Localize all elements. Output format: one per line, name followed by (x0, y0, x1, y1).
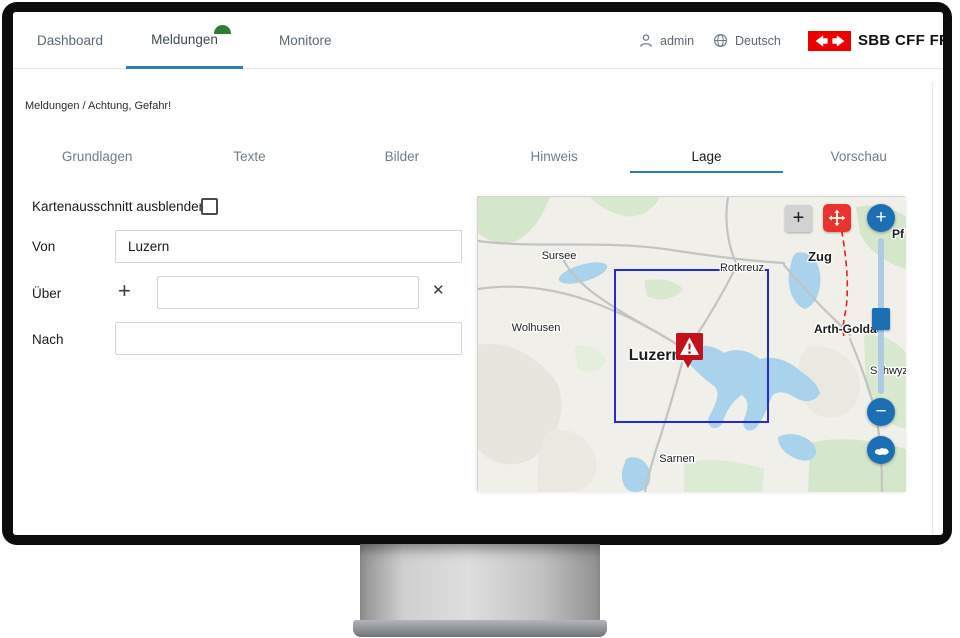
monitor-stand (360, 544, 600, 621)
user-menu[interactable]: admin (639, 12, 694, 69)
user-icon (639, 33, 653, 48)
map-label-pf: Pf (892, 227, 905, 241)
ueber-label: Über (32, 286, 61, 301)
tab-grundlagen[interactable]: Grundlagen (21, 142, 173, 173)
von-label: Von (32, 239, 55, 254)
zoom-in-button[interactable]: + (867, 204, 895, 232)
tab-texte[interactable]: Texte (173, 142, 325, 173)
nach-input[interactable] (115, 322, 462, 355)
sbb-logo-text: SBB CFF FFS (858, 32, 943, 49)
page: Dashboard Meldungen Monitore admin (0, 0, 960, 638)
map-move-button[interactable] (823, 204, 851, 232)
switzerland-overview-button[interactable] (867, 436, 895, 464)
language-selector[interactable]: Deutsch (713, 12, 781, 69)
map-label-luzern: Luzern (629, 347, 681, 364)
tab-bilder[interactable]: Bilder (326, 142, 478, 173)
nach-label: Nach (32, 332, 64, 347)
monitor-stand-base (353, 620, 607, 637)
user-name: admin (660, 34, 694, 48)
tab-bar: Grundlagen Texte Bilder Hinweis Lage Vor… (21, 142, 935, 173)
sbb-logo: SBB CFF FFS (808, 12, 943, 69)
map-label-schwyz: Schwyz (870, 365, 906, 377)
clear-via-button[interactable]: ✕ (432, 283, 445, 298)
map-label-wolhusen: Wolhusen (512, 322, 561, 334)
nav-item-monitore[interactable]: Monitore (279, 12, 332, 69)
map-label-sarnen: Sarnen (659, 453, 694, 465)
hide-map-label: Kartenausschnitt ausblenden (32, 199, 206, 214)
tab-hinweis[interactable]: Hinweis (478, 142, 630, 173)
switzerland-shape-icon (872, 444, 891, 457)
map-label-zug: Zug (808, 249, 832, 264)
nav-item-meldungen-label: Meldungen (151, 32, 218, 47)
zoom-out-button[interactable]: − (867, 398, 895, 426)
map[interactable]: Sursee Rotkreuz Zug Wolhusen Luzern Arth… (477, 196, 905, 491)
add-via-button[interactable]: + (118, 280, 131, 302)
map-label-rotkreuz: Rotkreuz (720, 262, 764, 274)
screen: Dashboard Meldungen Monitore admin (13, 12, 943, 535)
move-arrows-icon (827, 208, 847, 228)
scrollbar-track[interactable] (932, 82, 933, 534)
von-input[interactable] (115, 230, 462, 263)
breadcrumb: Meldungen / Achtung, Gefahr! (25, 100, 171, 112)
language-label: Deutsch (735, 34, 781, 48)
nav-item-dashboard[interactable]: Dashboard (37, 12, 103, 69)
tab-lage[interactable]: Lage (630, 142, 782, 173)
map-canvas[interactable]: Sursee Rotkreuz Zug Wolhusen Luzern Arth… (478, 197, 906, 492)
zoom-slider[interactable] (878, 238, 884, 394)
monitor-bezel: Dashboard Meldungen Monitore admin (2, 2, 952, 545)
sbb-double-arrow-icon (808, 31, 851, 51)
hide-map-checkbox[interactable] (201, 198, 218, 215)
ueber-input[interactable] (157, 276, 419, 309)
top-navigation-bar: Dashboard Meldungen Monitore admin (13, 12, 943, 69)
zoom-slider-handle[interactable] (872, 308, 890, 330)
map-extra-button[interactable]: + (785, 205, 812, 232)
map-label-sursee: Sursee (542, 250, 577, 262)
globe-icon (713, 33, 728, 48)
notification-badge (214, 25, 231, 34)
nav-item-meldungen[interactable]: Meldungen (126, 12, 243, 69)
tab-vorschau[interactable]: Vorschau (783, 142, 935, 173)
